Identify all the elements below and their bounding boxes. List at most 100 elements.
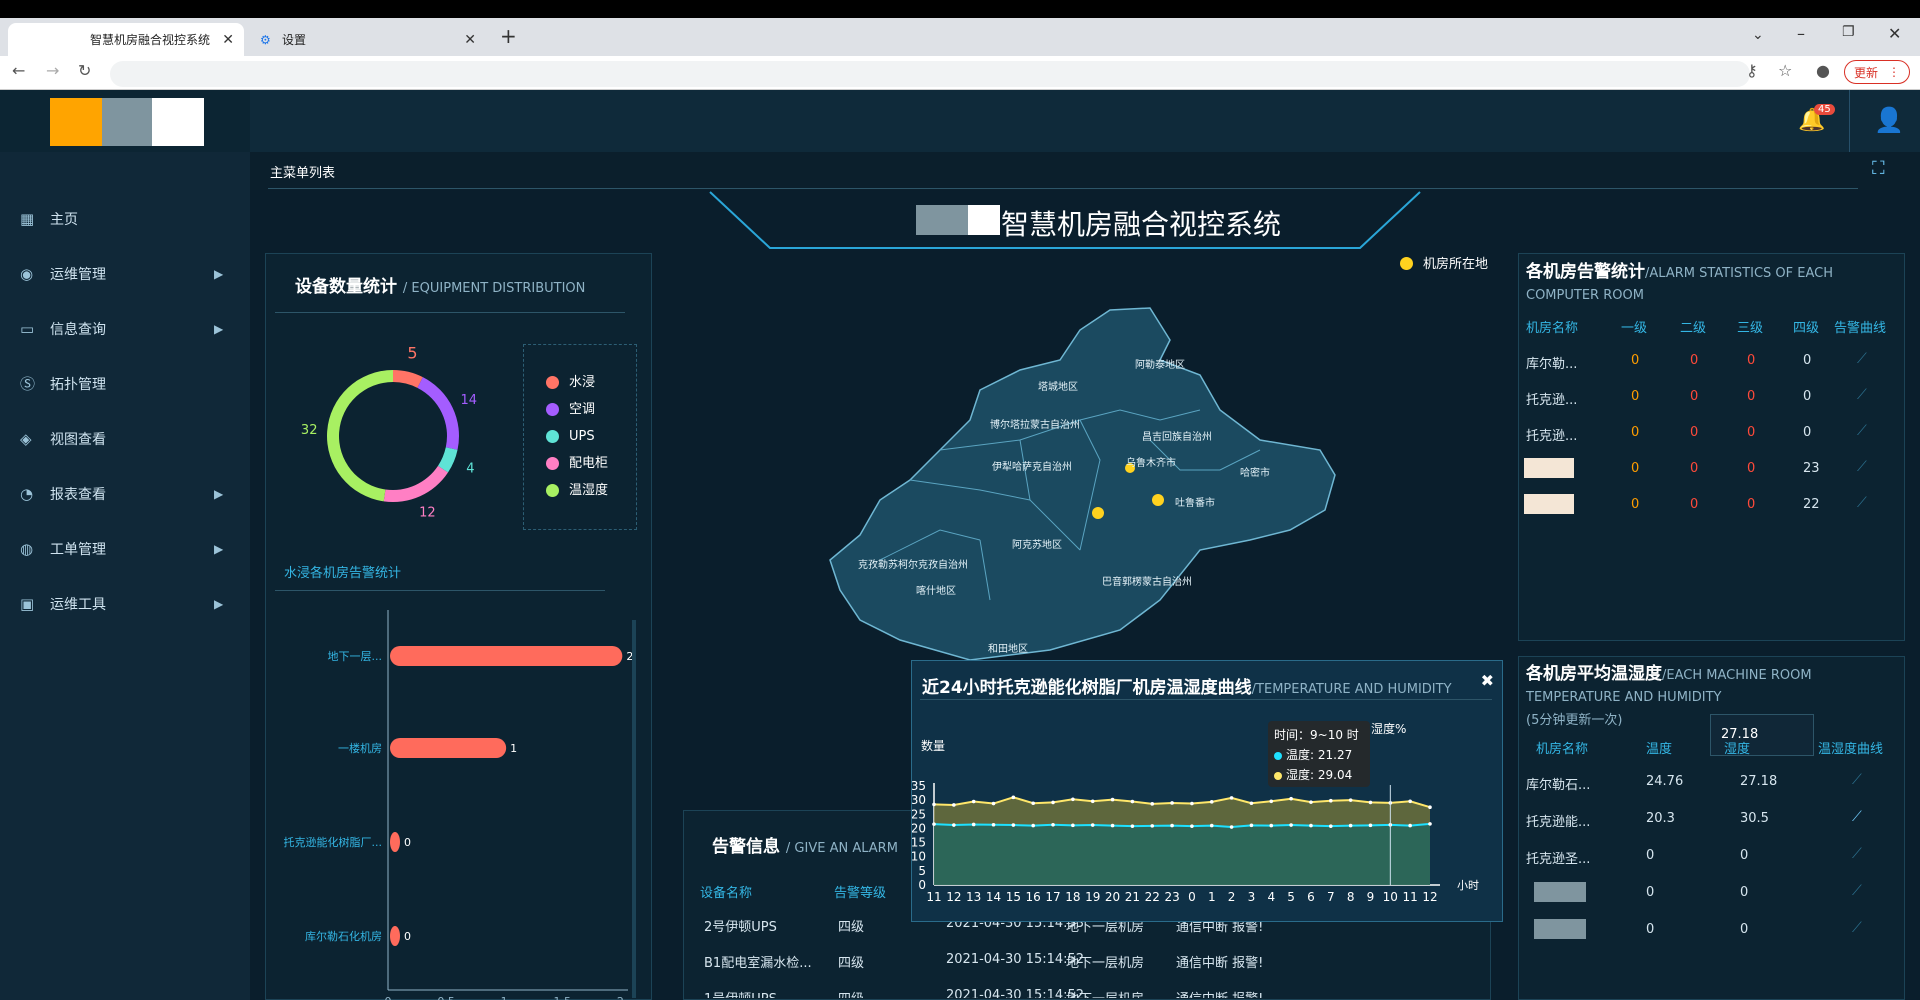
view-icon: ◈ <box>20 429 32 448</box>
avg-temp-title: 各机房平均温湿度/EACH MACHINE ROOM TEMPERATURE A… <box>1526 664 1812 705</box>
chart-icon[interactable]: ⟋ <box>1857 351 1867 367</box>
donut-label: 32 <box>301 423 318 438</box>
chart-icon[interactable]: ⟋ <box>1852 772 1862 788</box>
bar <box>390 926 400 946</box>
alarm-count: 0 <box>1631 425 1640 440</box>
room-name-redacted <box>1534 919 1586 939</box>
avg-humidity: 30.5 <box>1740 811 1769 826</box>
user-icon[interactable]: 👤 <box>1874 106 1904 134</box>
legend-item: 配电柜 <box>546 450 608 477</box>
y-tick: 5 <box>918 864 926 878</box>
bar <box>390 738 507 758</box>
x-tick: 17 <box>1045 890 1060 904</box>
scrollbar[interactable] <box>632 620 636 998</box>
donut-slice <box>327 370 393 502</box>
star-icon[interactable]: ☆ <box>1778 61 1792 80</box>
address-bar[interactable] <box>110 61 1750 87</box>
x-tick: 2 <box>617 995 624 1000</box>
x-tick: 1.5 <box>553 995 571 1000</box>
sidebar-item-home[interactable]: ▦ 主页 <box>0 191 250 246</box>
alarm-count: 0 <box>1747 497 1756 512</box>
reload-icon[interactable]: ↻ <box>78 61 91 80</box>
room-name: 托克逊... <box>1526 429 1578 444</box>
gear-icon: ⚙ <box>260 32 271 47</box>
avg-temperature: 0 <box>1646 848 1655 863</box>
chart-icon[interactable]: ⟋ <box>1857 459 1867 475</box>
humidity-point <box>1170 801 1174 805</box>
donut-label: 5 <box>407 343 417 362</box>
report-icon: ◔ <box>20 484 34 503</box>
humidity-point <box>1368 800 1373 805</box>
x-tick: 8 <box>1347 890 1355 904</box>
room-name: 库尔勒石... <box>1526 778 1591 793</box>
alarm-stats-title: 各机房告警统计/ALARM STATISTICS OF EACH COMPUTE… <box>1526 262 1833 303</box>
avg-temperature: 20.3 <box>1646 811 1675 826</box>
chart-icon[interactable]: ⟋ <box>1857 495 1867 511</box>
sidebar-item-ops[interactable]: ◉ 运维管理 ▶ <box>0 246 250 301</box>
close-icon[interactable]: ✕ <box>464 32 476 48</box>
chart-icon[interactable]: ⟋ <box>1857 387 1867 403</box>
humidity-point <box>1071 797 1075 802</box>
legend-item: 温湿度 <box>546 477 608 504</box>
donut-legend: 水浸 空调 UPS 配电柜 温湿度 <box>523 344 637 530</box>
x-axis-label: 小时 <box>1457 879 1479 892</box>
sidebar-item-tools[interactable]: ▣ 运维工具 ▶ <box>0 576 250 631</box>
sidebar-item-topology[interactable]: Ⓢ 拓扑管理 <box>0 356 250 411</box>
x-tick: 2 <box>1228 890 1236 904</box>
chart-icon[interactable]: ⟋ <box>1852 846 1862 862</box>
alarm-count: 0 <box>1747 461 1756 476</box>
humidity-point <box>1031 801 1035 806</box>
sidebar-item-report[interactable]: ◔ 报表查看 ▶ <box>0 466 250 521</box>
browser-tab-settings[interactable]: ⚙ 设置 ✕ <box>250 23 486 56</box>
alarm-count: 0 <box>1690 497 1699 512</box>
bar-category: 库尔勒石化机房 <box>305 929 382 943</box>
donut-slice <box>417 377 459 450</box>
chart-icon[interactable]: ⟋ <box>1857 423 1867 439</box>
profile-icon[interactable]: ● <box>1816 61 1830 80</box>
browser-tab-active[interactable]: 智慧机房融合视控系统 ✕ <box>8 23 244 56</box>
chart-icon[interactable]: ⟋ <box>1852 883 1862 899</box>
close-icon[interactable]: ✕ <box>222 32 234 48</box>
x-tick: 21 <box>1125 890 1140 904</box>
temperature-point <box>1110 823 1115 828</box>
map-label: 乌鲁木齐市 <box>1126 456 1176 469</box>
back-icon[interactable]: ← <box>12 61 25 80</box>
legend-item: 空调 <box>546 396 608 423</box>
key-icon[interactable]: ⚷ <box>1746 61 1758 80</box>
new-tab-button[interactable]: + <box>500 24 517 48</box>
temperature-point <box>1309 823 1313 828</box>
x-tick: 10 <box>1383 890 1398 904</box>
alarm-count: 23 <box>1803 461 1820 476</box>
sidebar-item-workorder[interactable]: ◍ 工单管理 ▶ <box>0 521 250 576</box>
update-button[interactable]: 更新 ⋮ <box>1844 60 1910 84</box>
topology-icon: Ⓢ <box>20 375 36 393</box>
tab-search-icon[interactable]: ⌄ <box>1752 27 1764 43</box>
device-name: B1配电室漏水检... <box>704 956 812 971</box>
xinjiang-map: 阿勒泰地区塔城地区博尔塔拉蒙古自治州昌吉回族自治州伊犁哈萨克自治州 乌鲁木齐市哈密… <box>829 307 1336 661</box>
room-name: 托克逊圣... <box>1526 852 1591 867</box>
alarm-count: 0 <box>1690 425 1699 440</box>
temperature-point <box>1329 824 1333 828</box>
forward-icon[interactable]: → <box>46 61 59 80</box>
temperature-point <box>1170 823 1174 828</box>
close-icon[interactable]: ✖ <box>1481 671 1494 690</box>
device-name: 2号伊顿UPS <box>704 920 777 935</box>
map-label: 博尔塔拉蒙古自治州 <box>990 418 1080 431</box>
humidity-point <box>932 802 936 807</box>
update-label: 更新 <box>1853 65 1878 80</box>
humidity-point <box>1348 798 1353 802</box>
temp-humidity-chart: 0510152025303511 12 13 14 15 16 17 18 19 20 21 22 23… <box>912 779 1479 904</box>
maximize-button[interactable]: ❐ <box>1842 24 1855 40</box>
sidebar-item-info[interactable]: ▭ 信息查询 ▶ <box>0 301 250 356</box>
alarm-count: 0 <box>1747 425 1756 440</box>
humidity-point <box>1110 797 1115 802</box>
chart-icon[interactable]: ⟋ <box>1852 920 1862 936</box>
window-close-button[interactable]: ✕ <box>1888 24 1901 43</box>
minimize-button[interactable]: – <box>1797 24 1805 43</box>
humidity-point <box>952 803 956 807</box>
humidity-point <box>991 801 996 806</box>
temperature-area <box>934 823 1430 885</box>
sidebar-item-view[interactable]: ◈ 视图查看 <box>0 411 250 466</box>
fullscreen-icon[interactable]: ⛶ <box>1872 158 1885 179</box>
chart-icon[interactable]: ⟋ <box>1852 809 1862 825</box>
